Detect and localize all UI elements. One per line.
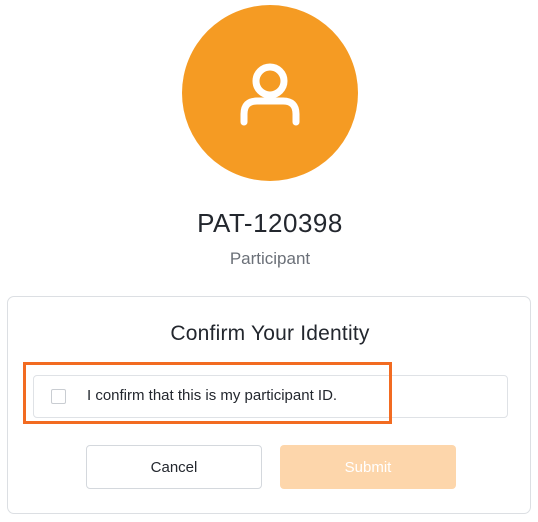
cancel-button[interactable]: Cancel: [86, 445, 262, 489]
identity-confirmation-page: PAT-120398 Participant Confirm Your Iden…: [0, 0, 538, 522]
user-icon: [240, 63, 300, 126]
participant-id: PAT-120398: [197, 208, 343, 238]
highlight-annotation-box: [23, 362, 392, 424]
avatar: [182, 5, 358, 181]
submit-button[interactable]: Submit: [280, 445, 456, 489]
card-title: Confirm Your Identity: [170, 322, 370, 345]
participant-role: Participant: [229, 249, 311, 268]
